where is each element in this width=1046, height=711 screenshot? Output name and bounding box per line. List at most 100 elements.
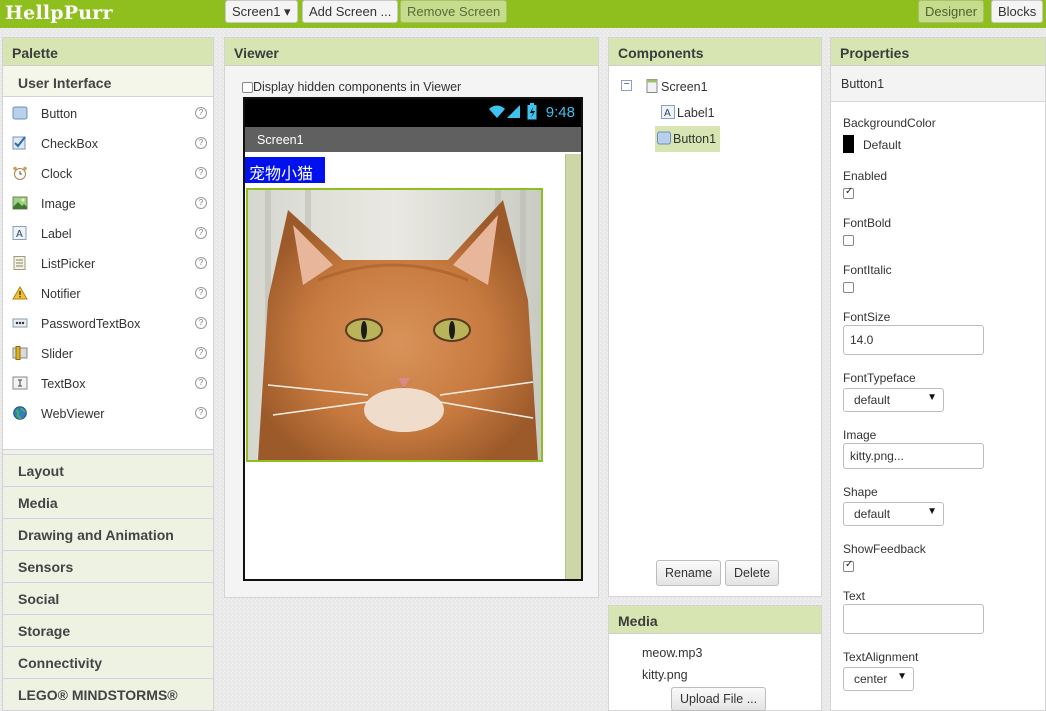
category-social[interactable]: Social [3,582,213,612]
help-icon[interactable]: ? [195,107,207,119]
palette-item-list: Button ? CheckBox ? Clock ? Image ? A La… [3,97,213,450]
screen-icon [646,79,658,93]
battery-icon [527,103,537,120]
fontsize-input[interactable]: 14.0 [843,325,984,355]
fontbold-checkbox[interactable] [843,235,854,246]
textalignment-select[interactable]: center ▼ [843,667,914,691]
fonttypeface-select[interactable]: default ▼ [843,388,944,412]
collapse-icon[interactable]: − [621,80,632,91]
prop-enabled-label: Enabled [843,169,888,183]
help-icon[interactable]: ? [195,287,207,299]
display-hidden-option: Display hidden components in Viewer [242,80,461,94]
category-user-interface[interactable]: User Interface [3,66,213,97]
palette-title: Palette [3,38,213,66]
image-picker[interactable]: kitty.png... [843,443,984,469]
remove-screen-button[interactable]: Remove Screen [400,0,508,23]
prop-text-label: Text [843,589,866,603]
display-hidden-label: Display hidden components in Viewer [253,80,462,94]
viewer-panel: Viewer Display hidden components in View… [224,37,599,598]
help-icon[interactable]: ? [195,167,207,179]
webviewer-icon [13,406,27,420]
showfeedback-checkbox[interactable] [843,559,854,572]
help-icon[interactable]: ? [195,257,207,269]
selected-component-name: Button1 [831,66,1045,102]
text-input[interactable] [843,604,984,634]
help-icon[interactable]: ? [195,377,207,389]
help-icon[interactable]: ? [195,137,207,149]
palette-item-notifier[interactable]: Notifier ? [3,278,213,308]
help-icon[interactable]: ? [195,347,207,359]
label-icon: A [661,105,675,119]
category-lego-mindstorms[interactable]: LEGO® MINDSTORMS® [3,678,213,708]
delete-button[interactable]: Delete [725,560,780,586]
prop-fontsize-label: FontSize [843,310,891,324]
shape-select[interactable]: default ▼ [843,502,944,526]
components-title: Components [609,38,821,66]
fontitalic-checkbox[interactable] [843,282,854,293]
prop-textalignment-label: TextAlignment [843,650,919,664]
textbox-icon [12,376,28,390]
properties-panel: Properties Button1 BackgroundColor Defau… [830,37,1046,711]
component-tree: − Screen1 A Label1 Button1 [609,66,821,186]
prop-backgroundcolor-label: BackgroundColor [843,116,936,130]
backgroundcolor-swatch[interactable] [843,135,854,153]
status-time: 9:48 [545,104,575,121]
help-icon[interactable]: ? [195,197,207,209]
screen-title-bar: Screen1 [245,127,581,152]
help-icon[interactable]: ? [195,317,207,329]
palette-item-webviewer[interactable]: WebViewer ? [3,398,213,428]
dropdown-arrow-icon: ▼ [927,392,937,403]
svg-text:A: A [664,108,671,119]
project-name: HellpPurr [5,2,113,24]
palette-item-clock[interactable]: Clock ? [3,158,213,188]
prop-fontitalic-label: FontItalic [843,263,892,277]
palette-item-slider[interactable]: Slider ? [3,338,213,368]
tree-node-screen1[interactable]: Screen1 [645,76,708,98]
blocks-button[interactable]: Blocks [991,0,1044,23]
tree-node-label1[interactable]: A Label1 [661,102,715,124]
media-panel: Media meow.mp3 kitty.png Upload File ... [608,605,822,711]
category-connectivity[interactable]: Connectivity [3,646,213,676]
wifi-icon [489,105,505,118]
media-item[interactable]: kitty.png [642,668,688,682]
add-screen-button[interactable]: Add Screen ... [302,0,399,23]
top-bar: HellpPurr Screen1 ▾ Add Screen ... Remov… [0,0,1046,28]
category-media[interactable]: Media [3,486,213,516]
password-icon [12,318,28,328]
button1-preview[interactable] [246,188,543,462]
viewer-scrollbar[interactable] [565,154,581,579]
designer-button[interactable]: Designer [918,0,985,23]
display-hidden-checkbox[interactable] [242,82,253,94]
category-storage[interactable]: Storage [3,614,213,644]
tree-node-button1[interactable]: Button1 [655,126,721,152]
palette-item-image[interactable]: Image ? [3,188,213,218]
enabled-checkbox[interactable] [843,186,854,199]
help-icon[interactable]: ? [195,227,207,239]
prop-showfeedback-label: ShowFeedback [843,542,926,556]
media-title: Media [609,606,821,634]
palette-item-button[interactable]: Button ? [3,98,213,128]
screen-selector-dropdown[interactable]: Screen1 ▾ [225,0,298,23]
components-panel: Components − Screen1 A Label1 Button1 Ren… [608,37,822,597]
prop-image-label: Image [843,428,877,442]
palette-item-checkbox[interactable]: CheckBox ? [3,128,213,158]
backgroundcolor-value[interactable]: Default [863,138,901,152]
category-drawing-animation[interactable]: Drawing and Animation [3,518,213,548]
viewer-title: Viewer [225,38,598,66]
image-icon [12,196,28,210]
label-icon: A [12,226,27,240]
prop-fonttypeface-label: FontTypeface [843,371,916,385]
category-layout[interactable]: Layout [3,454,213,484]
palette-item-textbox[interactable]: TextBox ? [3,368,213,398]
palette-item-listpicker[interactable]: ListPicker ? [3,248,213,278]
prop-shape-label: Shape [843,485,878,499]
help-icon[interactable]: ? [195,407,207,419]
label1-preview[interactable]: 宠物小猫 [245,157,325,183]
palette-item-label[interactable]: A Label ? [3,218,213,248]
media-item[interactable]: meow.mp3 [642,646,702,660]
upload-file-button[interactable]: Upload File ... [671,687,767,711]
category-sensors[interactable]: Sensors [3,550,213,580]
rename-button[interactable]: Rename [656,560,722,586]
palette-item-passwordtextbox[interactable]: PasswordTextBox ? [3,308,213,338]
signal-icon [507,105,520,118]
